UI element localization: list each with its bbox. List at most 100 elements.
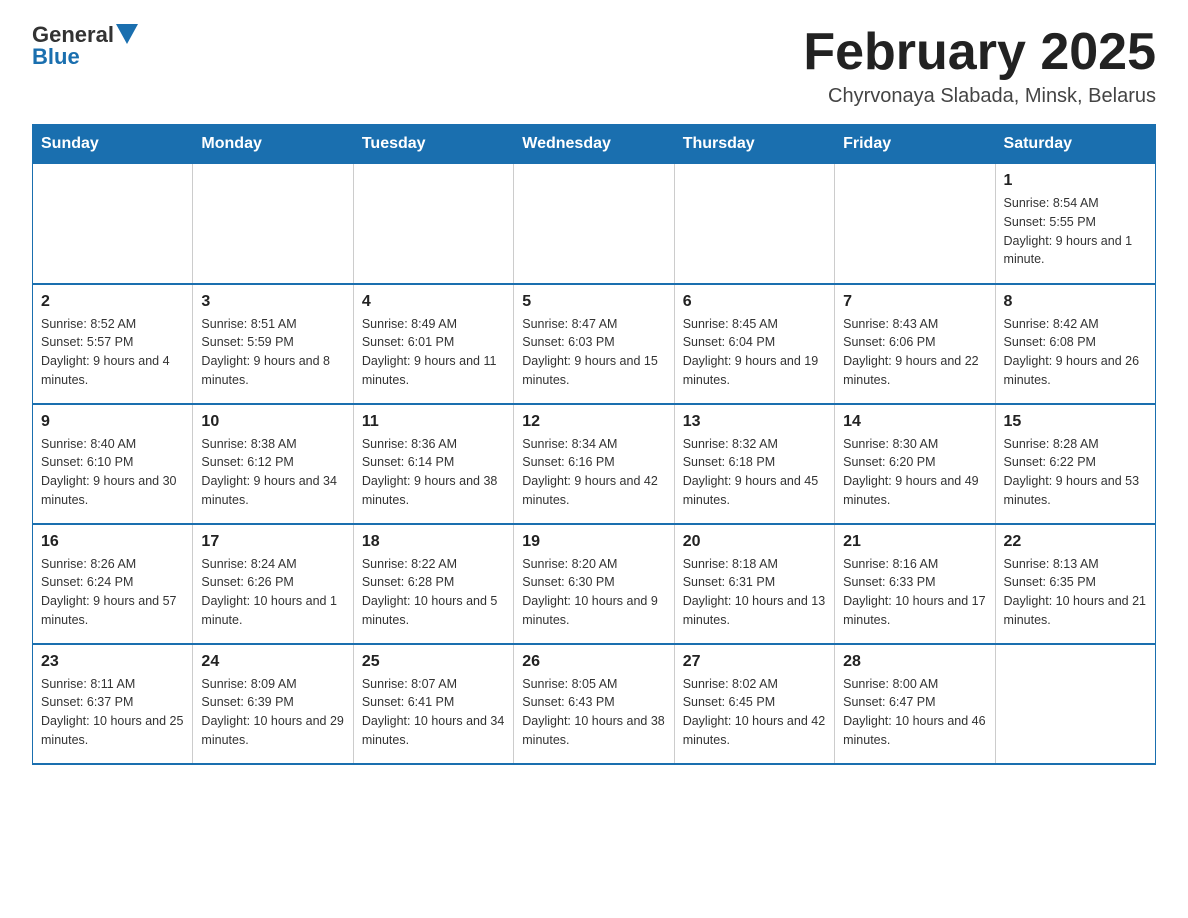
day-sun-info: Sunrise: 8:07 AMSunset: 6:41 PMDaylight:… <box>362 675 505 750</box>
calendar-day-cell: 14 Sunrise: 8:30 AMSunset: 6:20 PMDayligh… <box>835 404 995 524</box>
day-number: 15 <box>1004 413 1147 431</box>
day-sun-info: Sunrise: 8:24 AMSunset: 6:26 PMDaylight:… <box>201 555 344 630</box>
day-sun-info: Sunrise: 8:38 AMSunset: 6:12 PMDaylight:… <box>201 435 344 510</box>
day-number: 3 <box>201 293 344 311</box>
day-number: 24 <box>201 653 344 671</box>
day-number: 22 <box>1004 533 1147 551</box>
day-number: 20 <box>683 533 826 551</box>
calendar-day-cell: 16 Sunrise: 8:26 AMSunset: 6:24 PMDayligh… <box>33 524 193 644</box>
day-sun-info: Sunrise: 8:20 AMSunset: 6:30 PMDaylight:… <box>522 555 665 630</box>
calendar-day-cell: 5 Sunrise: 8:47 AMSunset: 6:03 PMDaylight… <box>514 284 674 404</box>
logo-blue-text: Blue <box>32 46 80 68</box>
calendar-day-cell: 27Sunrise: 8:02 AMSunset: 6:45 PMDayligh… <box>674 644 834 764</box>
calendar-day-cell <box>33 164 193 284</box>
calendar-week-row: 16 Sunrise: 8:26 AMSunset: 6:24 PMDayligh… <box>33 524 1156 644</box>
calendar-header: SundayMondayTuesdayWednesdayThursdayFrid… <box>33 125 1156 164</box>
location-subtitle: Chyrvonaya Slabada, Minsk, Belarus <box>803 85 1156 108</box>
day-sun-info: Sunrise: 8:42 AMSunset: 6:08 PMDaylight:… <box>1004 315 1147 390</box>
calendar-day-cell: 3 Sunrise: 8:51 AMSunset: 5:59 PMDaylight… <box>193 284 353 404</box>
day-sun-info: Sunrise: 8:00 AMSunset: 6:47 PMDaylight:… <box>843 675 986 750</box>
calendar-day-cell: 9 Sunrise: 8:40 AMSunset: 6:10 PMDaylight… <box>33 404 193 524</box>
calendar-day-cell: 20 Sunrise: 8:18 AMSunset: 6:31 PMDayligh… <box>674 524 834 644</box>
day-number: 7 <box>843 293 986 311</box>
calendar-day-cell: 19 Sunrise: 8:20 AMSunset: 6:30 PMDayligh… <box>514 524 674 644</box>
day-number: 2 <box>41 293 184 311</box>
month-title: February 2025 <box>803 24 1156 81</box>
day-number: 26 <box>522 653 665 671</box>
calendar-day-cell <box>674 164 834 284</box>
day-number: 25 <box>362 653 505 671</box>
calendar-day-cell: 13Sunrise: 8:32 AMSunset: 6:18 PMDayligh… <box>674 404 834 524</box>
calendar-day-cell: 18Sunrise: 8:22 AMSunset: 6:28 PMDayligh… <box>353 524 513 644</box>
calendar-table: SundayMondayTuesdayWednesdayThursdayFrid… <box>32 124 1156 765</box>
day-sun-info: Sunrise: 8:51 AMSunset: 5:59 PMDaylight:… <box>201 315 344 390</box>
weekday-header-wednesday: Wednesday <box>514 125 674 164</box>
calendar-day-cell <box>193 164 353 284</box>
day-sun-info: Sunrise: 8:09 AMSunset: 6:39 PMDaylight:… <box>201 675 344 750</box>
day-sun-info: Sunrise: 8:18 AMSunset: 6:31 PMDaylight:… <box>683 555 826 630</box>
day-sun-info: Sunrise: 8:43 AMSunset: 6:06 PMDaylight:… <box>843 315 986 390</box>
logo-triangle-icon <box>116 24 138 44</box>
day-number: 8 <box>1004 293 1147 311</box>
day-sun-info: Sunrise: 8:11 AMSunset: 6:37 PMDaylight:… <box>41 675 184 750</box>
calendar-day-cell: 17 Sunrise: 8:24 AMSunset: 6:26 PMDayligh… <box>193 524 353 644</box>
day-sun-info: Sunrise: 8:47 AMSunset: 6:03 PMDaylight:… <box>522 315 665 390</box>
calendar-week-row: 23 Sunrise: 8:11 AMSunset: 6:37 PMDayligh… <box>33 644 1156 764</box>
day-sun-info: Sunrise: 8:52 AMSunset: 5:57 PMDaylight:… <box>41 315 184 390</box>
calendar-day-cell: 28Sunrise: 8:00 AMSunset: 6:47 PMDayligh… <box>835 644 995 764</box>
day-number: 9 <box>41 413 184 431</box>
day-sun-info: Sunrise: 8:34 AMSunset: 6:16 PMDaylight:… <box>522 435 665 510</box>
day-sun-info: Sunrise: 8:54 AMSunset: 5:55 PMDaylight:… <box>1004 194 1147 269</box>
day-sun-info: Sunrise: 8:05 AMSunset: 6:43 PMDaylight:… <box>522 675 665 750</box>
day-sun-info: Sunrise: 8:30 AMSunset: 6:20 PMDaylight:… <box>843 435 986 510</box>
weekday-header-sunday: Sunday <box>33 125 193 164</box>
day-number: 27 <box>683 653 826 671</box>
calendar-day-cell <box>514 164 674 284</box>
day-sun-info: Sunrise: 8:40 AMSunset: 6:10 PMDaylight:… <box>41 435 184 510</box>
weekday-header-friday: Friday <box>835 125 995 164</box>
calendar-day-cell <box>353 164 513 284</box>
calendar-day-cell: 26 Sunrise: 8:05 AMSunset: 6:43 PMDayligh… <box>514 644 674 764</box>
day-number: 5 <box>522 293 665 311</box>
day-number: 17 <box>201 533 344 551</box>
calendar-day-cell: 11Sunrise: 8:36 AMSunset: 6:14 PMDayligh… <box>353 404 513 524</box>
calendar-day-cell: 1 Sunrise: 8:54 AMSunset: 5:55 PMDaylight… <box>995 164 1155 284</box>
weekday-header-row: SundayMondayTuesdayWednesdayThursdayFrid… <box>33 125 1156 164</box>
calendar-day-cell: 25 Sunrise: 8:07 AMSunset: 6:41 PMDayligh… <box>353 644 513 764</box>
calendar-day-cell: 24 Sunrise: 8:09 AMSunset: 6:39 PMDayligh… <box>193 644 353 764</box>
logo: General Blue <box>32 24 138 68</box>
day-sun-info: Sunrise: 8:26 AMSunset: 6:24 PMDaylight:… <box>41 555 184 630</box>
calendar-body: 1 Sunrise: 8:54 AMSunset: 5:55 PMDaylight… <box>33 164 1156 764</box>
day-number: 18 <box>362 533 505 551</box>
calendar-day-cell <box>995 644 1155 764</box>
calendar-day-cell: 22 Sunrise: 8:13 AMSunset: 6:35 PMDayligh… <box>995 524 1155 644</box>
day-number: 14 <box>843 413 986 431</box>
day-number: 21 <box>843 533 986 551</box>
calendar-day-cell: 6 Sunrise: 8:45 AMSunset: 6:04 PMDaylight… <box>674 284 834 404</box>
day-sun-info: Sunrise: 8:49 AMSunset: 6:01 PMDaylight:… <box>362 315 505 390</box>
day-number: 13 <box>683 413 826 431</box>
weekday-header-thursday: Thursday <box>674 125 834 164</box>
day-number: 23 <box>41 653 184 671</box>
day-number: 1 <box>1004 172 1147 190</box>
calendar-week-row: 9 Sunrise: 8:40 AMSunset: 6:10 PMDaylight… <box>33 404 1156 524</box>
title-block: February 2025 Chyrvonaya Slabada, Minsk,… <box>803 24 1156 108</box>
calendar-day-cell <box>835 164 995 284</box>
day-number: 4 <box>362 293 505 311</box>
calendar-day-cell: 15 Sunrise: 8:28 AMSunset: 6:22 PMDayligh… <box>995 404 1155 524</box>
day-number: 12 <box>522 413 665 431</box>
day-sun-info: Sunrise: 8:45 AMSunset: 6:04 PMDaylight:… <box>683 315 826 390</box>
calendar-day-cell: 4 Sunrise: 8:49 AMSunset: 6:01 PMDaylight… <box>353 284 513 404</box>
calendar-day-cell: 2 Sunrise: 8:52 AMSunset: 5:57 PMDaylight… <box>33 284 193 404</box>
day-number: 16 <box>41 533 184 551</box>
weekday-header-saturday: Saturday <box>995 125 1155 164</box>
day-number: 19 <box>522 533 665 551</box>
calendar-day-cell: 12 Sunrise: 8:34 AMSunset: 6:16 PMDayligh… <box>514 404 674 524</box>
calendar-day-cell: 8 Sunrise: 8:42 AMSunset: 6:08 PMDaylight… <box>995 284 1155 404</box>
day-sun-info: Sunrise: 8:28 AMSunset: 6:22 PMDaylight:… <box>1004 435 1147 510</box>
calendar-day-cell: 7 Sunrise: 8:43 AMSunset: 6:06 PMDaylight… <box>835 284 995 404</box>
page-header: General Blue February 2025 Chyrvonaya Sl… <box>32 24 1156 108</box>
logo-general-text: General <box>32 24 114 46</box>
day-number: 6 <box>683 293 826 311</box>
day-sun-info: Sunrise: 8:13 AMSunset: 6:35 PMDaylight:… <box>1004 555 1147 630</box>
